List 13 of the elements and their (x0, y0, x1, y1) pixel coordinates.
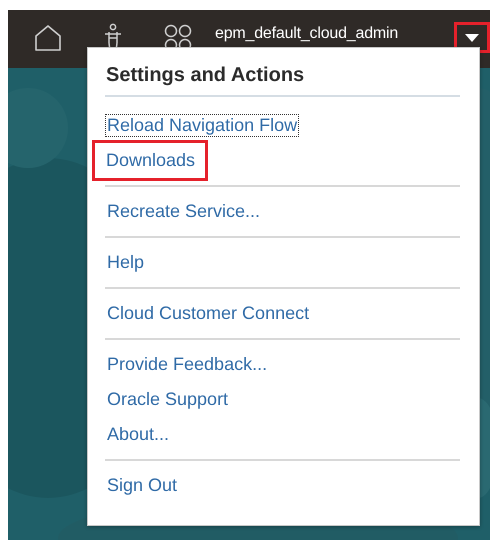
home-icon[interactable] (33, 23, 63, 53)
menu-item[interactable]: Recreate Service... (105, 200, 262, 223)
menu-item[interactable]: Oracle Support (105, 388, 230, 411)
menu-item[interactable]: Reload Navigation Flow (105, 114, 300, 137)
menu-item[interactable]: Sign Out (105, 474, 180, 497)
menu-item[interactable]: Cloud Customer Connect (105, 302, 312, 325)
menu-item[interactable]: Provide Feedback... (105, 353, 270, 376)
menu-item[interactable]: Downloads (95, 143, 206, 178)
menu-title: Settings and Actions (105, 60, 460, 97)
menu-item[interactable]: About... (105, 423, 172, 446)
caret-icon (465, 32, 479, 42)
menu-item[interactable]: Help (105, 251, 146, 274)
user-name[interactable]: epm_default_cloud_admin (215, 24, 398, 43)
